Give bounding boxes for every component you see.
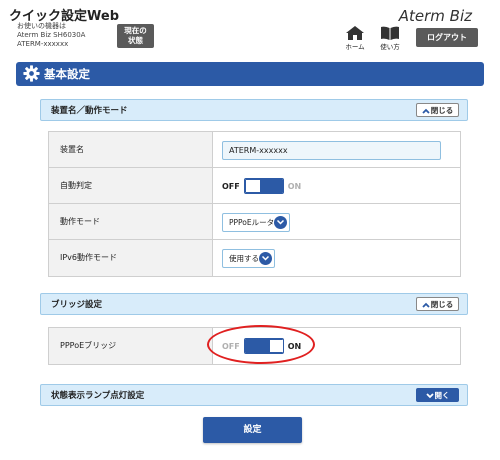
home-label: ホーム [345, 43, 365, 51]
ipv6-mode-select[interactable]: 使用する [222, 249, 275, 268]
highlight-ellipse [207, 325, 315, 364]
section-lamp-expand-button[interactable]: 開く [416, 388, 459, 402]
auto-detect-label: 自動判定 [49, 168, 213, 203]
expand-label: 開く [434, 391, 450, 400]
gear-icon [23, 65, 40, 82]
mode-label: 動作モード [49, 204, 213, 239]
device-info-line: お使いの機器は [17, 22, 66, 30]
ipv6-mode-select-value: 使用する [229, 254, 259, 263]
current-status-button-line2: 状態 [128, 36, 143, 45]
collapse-label: 閉じる [430, 300, 454, 309]
page-title: 基本設定 [44, 67, 90, 81]
submit-button[interactable]: 設定 [203, 417, 302, 443]
home-nav[interactable]: ホーム [343, 26, 367, 51]
current-status-button[interactable]: 現在の 状態 [117, 24, 154, 48]
auto-detect-on-label: ON [287, 181, 302, 191]
section-bridge-collapse-button[interactable]: 閉じる [416, 297, 459, 311]
chevron-down-icon [274, 216, 287, 229]
auto-detect-toggle-fill [260, 179, 283, 193]
collapse-label: 閉じる [430, 106, 454, 115]
book-icon [381, 26, 399, 40]
section-lamp-title: 状態表示ランプ点灯設定 [51, 391, 145, 401]
chevron-up-icon [422, 108, 430, 114]
section-device-collapse-button[interactable]: 閉じる [416, 103, 459, 117]
device-name-label: 装置名 [49, 132, 213, 167]
auto-detect-toggle[interactable] [243, 178, 284, 194]
table-row: IPv6動作モード 使用する [49, 240, 460, 276]
header: クイック設定Web お使いの機器は Aterm Biz SH6030A ATER… [0, 0, 500, 56]
auto-detect-off-label: OFF [222, 181, 240, 191]
table-row: 装置名 ATERM-xxxxxx [49, 132, 460, 168]
section-bridge-header: ブリッジ設定 閉じる [40, 293, 468, 315]
brand-logo: Aterm Biz [398, 7, 472, 25]
chevron-down-icon [259, 252, 272, 265]
device-name-input[interactable]: ATERM-xxxxxx [222, 141, 441, 160]
auto-detect-switch-group: OFF ON [222, 177, 301, 195]
current-status-button-line1: 現在の [124, 26, 147, 35]
device-info: お使いの機器は Aterm Biz SH6030A ATERM-xxxxxx [17, 22, 85, 49]
device-hostname: ATERM-xxxxxx [17, 40, 69, 48]
help-nav[interactable]: 使い方 [378, 26, 402, 51]
page-title-bar: 基本設定 [16, 62, 484, 86]
chevron-up-icon [422, 302, 430, 308]
logout-button[interactable]: ログアウト [416, 28, 478, 47]
device-model: Aterm Biz SH6030A [17, 31, 86, 39]
help-label: 使い方 [380, 43, 400, 51]
section-device-title: 装置名／動作モード [51, 106, 128, 116]
chevron-down-icon [425, 393, 434, 399]
table-row: 自動判定 OFF ON [49, 168, 460, 204]
auto-detect-toggle-knob [244, 179, 261, 193]
mode-select-value: PPPoEルータ [229, 218, 275, 227]
ipv6-mode-label: IPv6動作モード [49, 240, 213, 276]
mode-select[interactable]: PPPoEルータ [222, 213, 290, 232]
pppoe-bridge-label: PPPoEブリッジ [49, 328, 213, 364]
home-icon [346, 26, 364, 40]
table-row: 動作モード PPPoEルータ [49, 204, 460, 240]
device-settings-table: 装置名 ATERM-xxxxxx 自動判定 OFF ON 動作モード PPPoE… [48, 131, 461, 277]
section-lamp-header: 状態表示ランプ点灯設定 開く [40, 384, 468, 406]
section-device-header: 装置名／動作モード 閉じる [40, 99, 468, 121]
section-bridge-title: ブリッジ設定 [51, 300, 103, 310]
